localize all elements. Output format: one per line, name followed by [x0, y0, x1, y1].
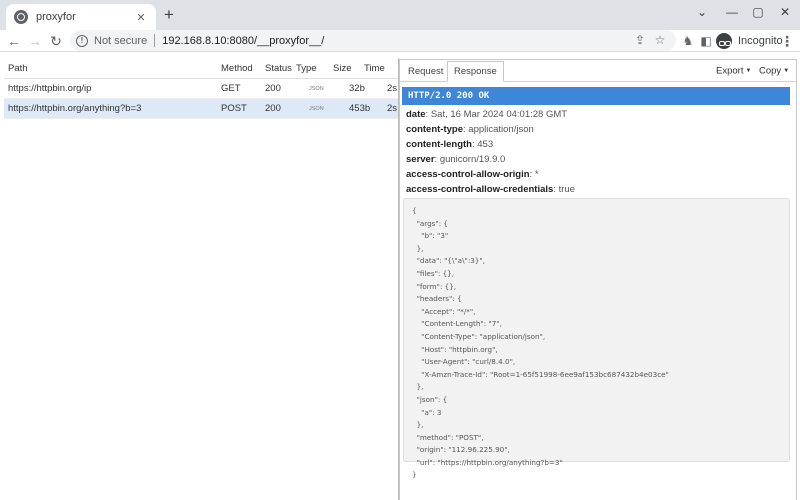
export-caret-icon: ▼	[745, 68, 752, 74]
back-icon[interactable]: ←	[5, 31, 23, 51]
header-value: *	[534, 169, 539, 180]
request-status: 200	[265, 83, 281, 94]
request-status: 200	[265, 103, 281, 114]
header-key: content-type	[406, 124, 463, 135]
request-size: 32b	[349, 83, 365, 94]
side-panel-icon[interactable]: ◧	[698, 33, 714, 49]
extensions-icon[interactable]: ♞	[680, 33, 696, 49]
copy-label: Copy	[759, 65, 782, 77]
column-path: Path	[8, 63, 28, 74]
export-button[interactable]: Export ▼	[716, 62, 751, 80]
incognito-indicator[interactable]: Incognito	[716, 31, 783, 51]
warning-icon[interactable]: !	[76, 34, 88, 47]
tab-title: proxyfor	[36, 11, 76, 23]
address-separator	[154, 34, 156, 47]
header-line: access-control-allow-origin: *	[406, 169, 539, 180]
close-window-icon[interactable]: ✕	[770, 2, 800, 22]
request-method: POST	[221, 103, 247, 114]
header-key: server	[406, 154, 435, 165]
copy-button[interactable]: Copy ▼	[759, 62, 789, 80]
request-method: GET	[221, 83, 241, 94]
header-key: access-control-allow-origin	[406, 169, 530, 180]
reload-icon[interactable]: ↻	[47, 31, 65, 51]
request-list-header: Path Method Status Type Size Time	[4, 59, 398, 79]
close-tab-icon[interactable]: ✕	[134, 11, 148, 24]
request-path: https://httpbin.org/ip	[8, 83, 92, 94]
request-row-selected[interactable]: https://httpbin.org/anything?b=3 POST 20…	[4, 99, 398, 119]
request-row[interactable]: https://httpbin.org/ip GET 200 JSON 32b …	[4, 79, 398, 99]
column-status: Status	[265, 63, 292, 74]
bookmark-star-icon[interactable]: ☆	[652, 32, 668, 48]
browser-menu-icon[interactable]: ⋮	[780, 31, 794, 51]
header-key: date	[406, 109, 426, 120]
header-value: gunicorn/19.9.0	[439, 154, 506, 165]
request-path: https://httpbin.org/anything?b=3	[8, 103, 142, 114]
new-tab-button[interactable]: +	[160, 6, 178, 24]
request-time: 2s	[387, 83, 398, 94]
detail-panel: Request Response Export ▼ Copy ▼ HTTP/2.0 …	[399, 59, 797, 500]
globe-icon	[14, 10, 28, 24]
request-size: 453b	[349, 103, 371, 114]
tab-response[interactable]: Response	[447, 61, 504, 82]
header-line: date: Sat, 16 Mar 2024 04:01:28 GMT	[406, 109, 568, 120]
header-line: access-control-allow-credentials: true	[406, 184, 575, 195]
request-type: JSON	[309, 86, 324, 92]
response-status-line: HTTP/2.0 200 OK	[402, 87, 790, 105]
header-line: content-length: 453	[406, 139, 494, 150]
request-list: Path Method Status Type Size Time https:…	[4, 59, 398, 500]
forward-icon[interactable]: →	[26, 31, 44, 51]
security-label[interactable]: Not secure	[94, 35, 147, 47]
address-bar[interactable]: ! Not secure 192.168.8.10:8080/__proxyfo…	[70, 30, 676, 51]
detail-tabs: Request Response Export ▼ Copy ▼	[400, 60, 796, 82]
browser-toolbar: ← → ↻ ! Not secure 192.168.8.10:8080/__p…	[0, 30, 800, 52]
request-type: JSON	[309, 106, 324, 112]
header-key: content-length	[406, 139, 472, 150]
header-value: application/json	[468, 124, 534, 135]
column-type: Type	[296, 63, 317, 74]
share-icon[interactable]: ⇪	[632, 32, 648, 48]
maximize-icon[interactable]: ▢	[743, 2, 773, 22]
header-key: access-control-allow-credentials	[406, 184, 554, 195]
header-value: true	[558, 184, 575, 195]
proxyfor-app: Path Method Status Type Size Time https:…	[0, 53, 800, 500]
column-method: Method	[221, 63, 253, 74]
url-text[interactable]: 192.168.8.10:8080/__proxyfor__/	[162, 35, 324, 47]
export-label: Export	[716, 65, 744, 77]
column-time: Time	[364, 63, 385, 74]
header-value: 453	[477, 139, 494, 150]
column-size: Size	[333, 63, 352, 74]
header-line: server: gunicorn/19.9.0	[406, 154, 506, 165]
request-time: 2s	[387, 103, 398, 114]
header-line: content-type: application/json	[406, 124, 534, 135]
incognito-label: Incognito	[738, 35, 783, 47]
browser-tab[interactable]: proxyfor ✕	[6, 4, 156, 30]
incognito-icon	[716, 33, 732, 49]
tab-strip: proxyfor ✕ + ⌄ — ▢ ✕	[0, 0, 800, 30]
header-value: Sat, 16 Mar 2024 04:01:28 GMT	[430, 109, 568, 120]
response-body[interactable]: { "args": { "b": "3" }, "data": "{\"a\":…	[403, 198, 790, 479]
response-body-text: { "args": { "b": "3" }, "data": "{\"a\":…	[412, 206, 669, 480]
copy-caret-icon: ▼	[783, 68, 790, 74]
tab-request[interactable]: Request	[402, 62, 449, 82]
tab-search-icon[interactable]: ⌄	[687, 2, 717, 22]
